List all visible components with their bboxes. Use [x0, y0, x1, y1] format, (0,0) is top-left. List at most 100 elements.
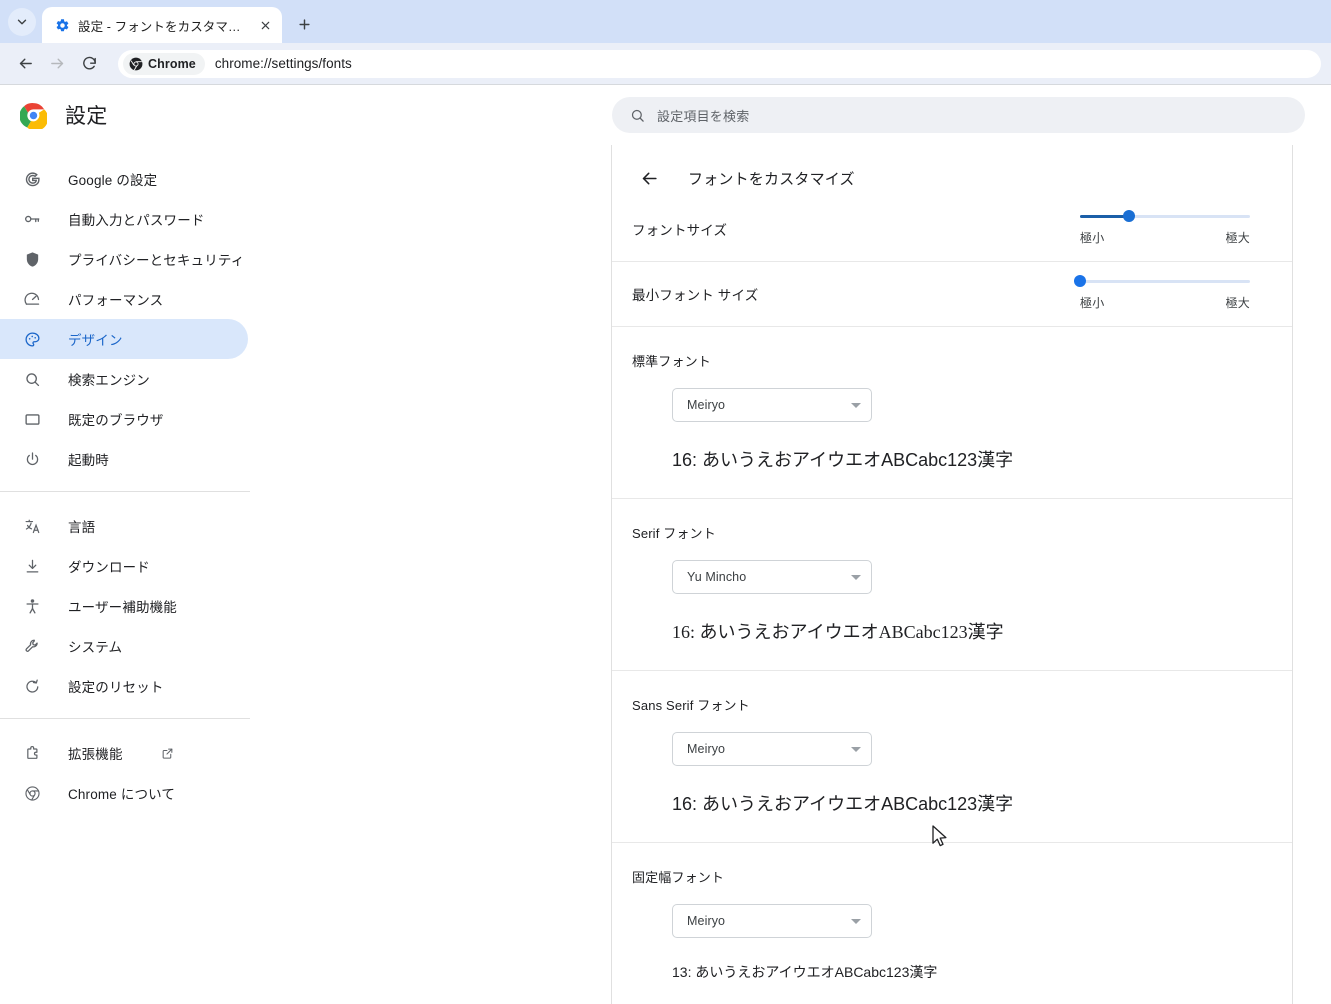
close-icon[interactable] [256, 16, 274, 34]
sidebar-group-1: Google の設定 自動入力とパスワード プライバシーとセキュリティ パフォー… [0, 155, 611, 479]
standard-font-sample: 16: あいうえおアイウエオABCabc123漢字 [672, 450, 1014, 470]
sidebar-item-appearance[interactable]: デザイン [0, 319, 248, 359]
sidebar-item-downloads[interactable]: ダウンロード [0, 546, 248, 586]
power-icon [22, 449, 42, 469]
sidebar-item-search-engine[interactable]: 検索エンジン [0, 359, 248, 399]
search-icon [22, 369, 42, 389]
site-chip[interactable]: Chrome [123, 52, 205, 75]
sans-serif-font-sample: 16: あいうえおアイウエオABCabc123漢字 [672, 794, 1014, 814]
slider-thumb[interactable] [1123, 210, 1136, 222]
search-icon [630, 108, 645, 123]
sidebar-item-label: 起動時 [68, 453, 109, 468]
tab-strip: 設定 - フォントをカスタマイズ [0, 0, 1331, 43]
reload-icon[interactable] [74, 49, 104, 79]
sidebar-item-label: 自動入力とパスワード [68, 213, 205, 228]
search-placeholder: 設定項目を検索 [657, 108, 750, 124]
sidebar-item-label: パフォーマンス [68, 293, 164, 308]
font-size-slider[interactable]: 極小 極大 [1080, 210, 1250, 246]
sidebar-item-google[interactable]: Google の設定 [0, 159, 248, 199]
font-size-row: フォントサイズ 極小 極大 [612, 197, 1292, 262]
sidebar-item-label: ダウンロード [68, 560, 150, 575]
sidebar-item-extensions[interactable]: 拡張機能 [0, 733, 248, 773]
sidebar-item-about-chrome[interactable]: Chrome について [0, 773, 248, 813]
sidebar-item-default-browser[interactable]: 既定のブラウザ [0, 399, 248, 439]
content-card-edge [1292, 145, 1293, 1004]
wrench-icon [22, 636, 42, 656]
sidebar-item-label: 拡張機能 [68, 747, 123, 762]
slider-max-label: 極大 [1225, 295, 1250, 310]
sidebar-item-label: 検索エンジン [68, 373, 150, 388]
sidebar-item-accessibility[interactable]: ユーザー補助機能 [0, 586, 248, 626]
serif-font-sample: 16: あいうえおアイウエオABCabc123漢字 [672, 622, 1004, 642]
settings-content: フォントをカスタマイズ フォントサイズ 極小 極大 最小フォント サイズ 極小 … [612, 145, 1331, 1004]
slider-track[interactable] [1080, 210, 1250, 222]
standard-font-label: 標準フォント [632, 354, 711, 369]
sans-serif-font-select[interactable]: Meiryo [672, 732, 872, 766]
arrow-left-icon[interactable] [10, 49, 40, 79]
new-tab-button[interactable] [290, 10, 318, 38]
serif-font-label: Serif フォント [632, 526, 716, 541]
fixed-width-font-block: 固定幅フォント Meiryo 13: あいうえおアイウエオABCabc123漢字 [612, 843, 1292, 1004]
tab-title: 設定 - フォントをカスタマイズ [78, 19, 248, 34]
browser-toolbar: Chrome chrome://settings/fonts [0, 43, 1331, 84]
fixed-width-font-label: 固定幅フォント [632, 870, 725, 885]
sidebar-item-autofill[interactable]: 自動入力とパスワード [0, 199, 248, 239]
settings-brand: 設定 [0, 100, 612, 130]
slider-fill [1080, 214, 1130, 218]
content-header: フォントをカスタマイズ [612, 145, 1331, 197]
caret-down-icon [851, 746, 861, 752]
sidebar-item-privacy[interactable]: プライバシーとセキュリティ [0, 239, 248, 279]
browser-tab[interactable]: 設定 - フォントをカスタマイズ [42, 7, 282, 43]
select-value: Yu Mincho [687, 570, 747, 584]
sidebar-item-label: デザイン [68, 333, 123, 348]
arrow-right-icon [42, 49, 72, 79]
settings-search-wrap: 設定項目を検索 [612, 97, 1331, 133]
arrow-left-icon[interactable] [638, 167, 660, 189]
download-icon [22, 556, 42, 576]
sidebar-item-on-startup[interactable]: 起動時 [0, 439, 248, 479]
serif-font-select[interactable]: Yu Mincho [672, 560, 872, 594]
sidebar-item-languages[interactable]: 言語 [0, 506, 248, 546]
sidebar-item-label: 既定のブラウザ [68, 413, 164, 428]
sidebar-group-2: 言語 ダウンロード ユーザー補助機能 システム 設定のリセット [0, 502, 611, 706]
google-g-icon [22, 169, 42, 189]
slider-min-label: 極小 [1080, 295, 1105, 310]
content-title: フォントをカスタマイズ [688, 170, 855, 188]
minimum-font-size-row: 最小フォント サイズ 極小 極大 [612, 262, 1292, 327]
shield-icon [22, 249, 42, 269]
address-bar[interactable]: Chrome chrome://settings/fonts [118, 49, 1321, 78]
slider-track[interactable] [1074, 275, 1250, 287]
translate-icon [22, 516, 42, 536]
sans-serif-font-block: Sans Serif フォント Meiryo 16: あいうえおアイウエオABC… [612, 671, 1292, 843]
fixed-width-font-sample: 13: あいうえおアイウエオABCabc123漢字 [672, 964, 938, 980]
sidebar-divider [0, 718, 250, 719]
sidebar-item-label: システム [68, 640, 123, 655]
sidebar-divider [0, 491, 250, 492]
caret-down-icon [851, 402, 861, 408]
chrome-logo-icon [20, 102, 47, 129]
font-size-label: フォントサイズ [632, 223, 728, 238]
chevron-down-icon[interactable] [8, 8, 36, 36]
search-input[interactable]: 設定項目を検索 [612, 97, 1305, 133]
slider-thumb[interactable] [1074, 275, 1086, 287]
key-icon [22, 209, 42, 229]
browser-window: 設定 - フォントをカスタマイズ Chrome chrome://setting… [0, 0, 1331, 1004]
settings-gear-icon [54, 17, 70, 33]
sans-serif-font-label: Sans Serif フォント [632, 698, 750, 713]
sidebar-item-system[interactable]: システム [0, 626, 248, 666]
chrome-logo-icon [129, 57, 143, 71]
sidebar-item-performance[interactable]: パフォーマンス [0, 279, 248, 319]
fixed-width-font-select[interactable]: Meiryo [672, 904, 872, 938]
sidebar-item-reset-settings[interactable]: 設定のリセット [0, 666, 248, 706]
minimum-font-size-label: 最小フォント サイズ [632, 288, 759, 303]
url-text: chrome://settings/fonts [214, 56, 352, 71]
standard-font-block: 標準フォント Meiryo 16: あいうえおアイウエオABCabc123漢字 [612, 327, 1292, 499]
settings-page: 設定 設定項目を検索 Google の設定 自動入力とパスワード プライバシーと… [0, 85, 1331, 1004]
site-chip-label: Chrome [148, 56, 196, 71]
sidebar-group-3: 拡張機能 Chrome について [0, 729, 611, 813]
open-in-new-icon[interactable] [161, 746, 175, 760]
caret-down-icon [851, 574, 861, 580]
sidebar-item-label: ユーザー補助機能 [68, 600, 177, 615]
minimum-font-size-slider[interactable]: 極小 極大 [1074, 275, 1250, 311]
standard-font-select[interactable]: Meiryo [672, 388, 872, 422]
